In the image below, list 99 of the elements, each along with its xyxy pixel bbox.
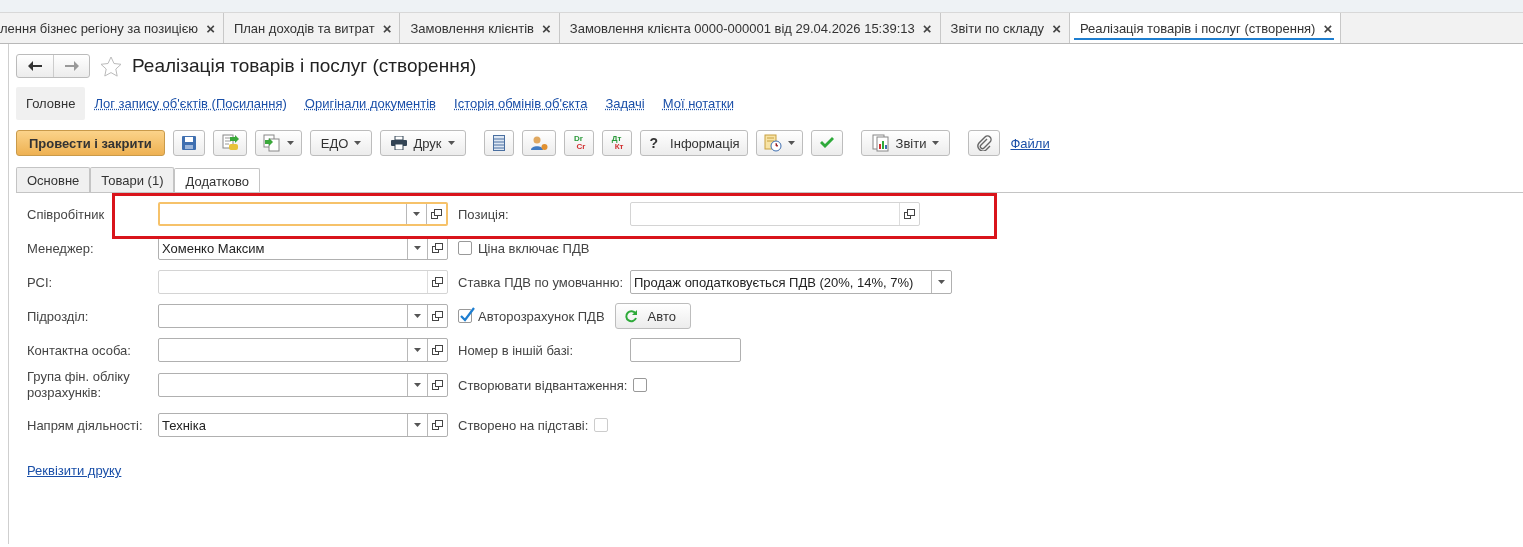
checkbox-label: Створювати відвантаження: bbox=[458, 377, 628, 393]
checkmark-icon bbox=[818, 137, 835, 149]
toolbar-button[interactable] bbox=[483, 130, 514, 156]
field-label: Менеджер: bbox=[27, 240, 95, 256]
accounting-button[interactable]: Дт Кт bbox=[601, 130, 632, 156]
dropdown-field[interactable] bbox=[158, 338, 448, 362]
close-icon[interactable]: × bbox=[206, 19, 215, 37]
toolbar-button[interactable] bbox=[212, 130, 247, 156]
close-icon[interactable]: × bbox=[1052, 19, 1061, 37]
toolbar-menu-button[interactable] bbox=[254, 130, 302, 156]
checkbox[interactable] bbox=[458, 241, 472, 255]
paperclip-icon bbox=[976, 135, 993, 151]
accounting-button[interactable]: Dr Cr bbox=[563, 130, 594, 156]
nav-link[interactable]: Задачі bbox=[596, 95, 654, 111]
dropdown-icon bbox=[414, 314, 421, 318]
auto-button[interactable]: Авто bbox=[614, 303, 691, 329]
checkbox[interactable] bbox=[633, 378, 648, 392]
caret-icon bbox=[932, 141, 940, 145]
menu-button[interactable]: Друк bbox=[380, 130, 466, 156]
reference-field[interactable] bbox=[630, 202, 920, 226]
print-details-link[interactable]: Реквізити друку bbox=[27, 463, 122, 478]
open-window-icon bbox=[432, 242, 443, 254]
nav-link[interactable]: Головне bbox=[16, 86, 86, 120]
nav-link[interactable]: Лог запису об'єктів (Посилання) bbox=[85, 95, 296, 111]
checkbox-label: Авторозрахунок ПДВ bbox=[478, 308, 605, 324]
menu-button[interactable]: ЕДО bbox=[309, 130, 373, 156]
window-tab[interactable]: Звіти по складу × bbox=[940, 13, 1070, 43]
dropdown-field[interactable] bbox=[158, 373, 448, 397]
window-tab[interactable]: Замовлення клієнтів × bbox=[400, 13, 560, 43]
field-label: Напрям діяльності: bbox=[27, 417, 144, 433]
window-tab[interactable]: лення бізнес регіону за позицією × bbox=[0, 13, 224, 43]
open-window-icon bbox=[432, 276, 443, 288]
open-window-icon bbox=[432, 310, 443, 322]
caret-icon bbox=[286, 141, 294, 145]
star-icon[interactable] bbox=[100, 55, 122, 77]
nav-link[interactable]: Мої нотатки bbox=[653, 95, 743, 111]
caret-icon bbox=[447, 141, 455, 145]
open-window-icon bbox=[431, 208, 442, 220]
copy-documents-icon bbox=[262, 134, 281, 152]
checkbox-label: Ціна включає ПДВ bbox=[478, 240, 590, 256]
window-tab[interactable]: Замовлення клієнта 0000-000001 від 29.04.2026 15:39:13 × bbox=[559, 13, 941, 43]
form-tab[interactable]: Товари (1) bbox=[90, 167, 175, 192]
field-label: Група фін. обліку розрахунків: bbox=[27, 369, 131, 401]
printer-icon bbox=[391, 136, 408, 150]
field-label: Співробітник bbox=[27, 206, 106, 222]
field-label: Номер в іншій базі: bbox=[458, 342, 575, 358]
nav-link[interactable]: Оригінали документів bbox=[295, 95, 446, 111]
reference-field[interactable] bbox=[158, 270, 448, 294]
dropdown-icon bbox=[414, 246, 421, 250]
form-tab[interactable]: Додатково bbox=[174, 168, 260, 193]
field-label: Позиція: bbox=[458, 206, 510, 222]
toolbar-button[interactable] bbox=[968, 130, 1001, 156]
open-window-icon bbox=[432, 379, 443, 391]
dropdown-icon bbox=[938, 280, 945, 284]
report-icon bbox=[871, 134, 890, 152]
close-icon[interactable]: × bbox=[542, 19, 551, 37]
dropdown-icon bbox=[414, 348, 421, 352]
checkbox[interactable] bbox=[458, 309, 472, 323]
dropdown-field[interactable]: Продаж оподатковується ПДВ (20%, 14%, 7%) bbox=[630, 270, 952, 294]
toolbar-menu-button[interactable] bbox=[755, 130, 803, 156]
dropdown-field[interactable] bbox=[158, 304, 448, 328]
field-label: Підрозділ: bbox=[27, 308, 90, 324]
input-field[interactable] bbox=[630, 338, 741, 362]
field-label: Контактна особа: bbox=[27, 342, 132, 358]
refresh-icon bbox=[623, 309, 638, 323]
open-window-icon bbox=[904, 208, 915, 220]
save-icon bbox=[180, 135, 197, 151]
close-icon[interactable]: × bbox=[382, 19, 392, 37]
toolbar-button[interactable] bbox=[521, 130, 556, 156]
checkbox-label: Створено на підставі: bbox=[458, 417, 589, 433]
toolbar-button[interactable] bbox=[810, 130, 843, 156]
dropdown-field[interactable]: Техніка bbox=[158, 413, 448, 437]
list-icon bbox=[492, 135, 505, 151]
info-button[interactable]: ? Інформація bbox=[639, 130, 748, 156]
window-tab[interactable]: План доходів та витрат × bbox=[223, 13, 401, 43]
window-tab[interactable]: Реалізація товарів і послуг (створення) × bbox=[1069, 13, 1342, 43]
field-label: Ставка ПДВ по умовчанню: bbox=[458, 274, 625, 290]
toolbar-button[interactable] bbox=[172, 130, 205, 156]
dropdown-field[interactable] bbox=[158, 202, 448, 226]
menu-button[interactable]: Звіти bbox=[860, 130, 951, 156]
caret-icon bbox=[354, 141, 362, 145]
page-title: Реалізація товарів і послуг (створення) bbox=[132, 55, 477, 77]
dropdown-icon bbox=[413, 212, 420, 216]
field-label: РСІ: bbox=[27, 274, 54, 290]
document-clock-icon bbox=[763, 134, 782, 152]
form-tab[interactable]: Основне bbox=[16, 167, 91, 192]
files-link[interactable]: Файли bbox=[1010, 135, 1050, 151]
dropdown-icon bbox=[414, 423, 421, 427]
document-arrow-icon bbox=[220, 134, 239, 152]
close-icon[interactable]: × bbox=[1323, 19, 1333, 37]
open-window-icon bbox=[432, 419, 443, 431]
open-window-icon bbox=[432, 344, 443, 356]
dropdown-icon bbox=[414, 383, 421, 387]
user-question-icon bbox=[529, 135, 548, 151]
navigation-buttons[interactable] bbox=[16, 54, 90, 78]
nav-link[interactable]: Історія обмінів об'єкта bbox=[445, 95, 597, 111]
close-icon[interactable]: × bbox=[922, 19, 932, 37]
caret-icon bbox=[787, 141, 795, 145]
post-and-close-button[interactable]: Провести і закрити bbox=[16, 130, 165, 156]
